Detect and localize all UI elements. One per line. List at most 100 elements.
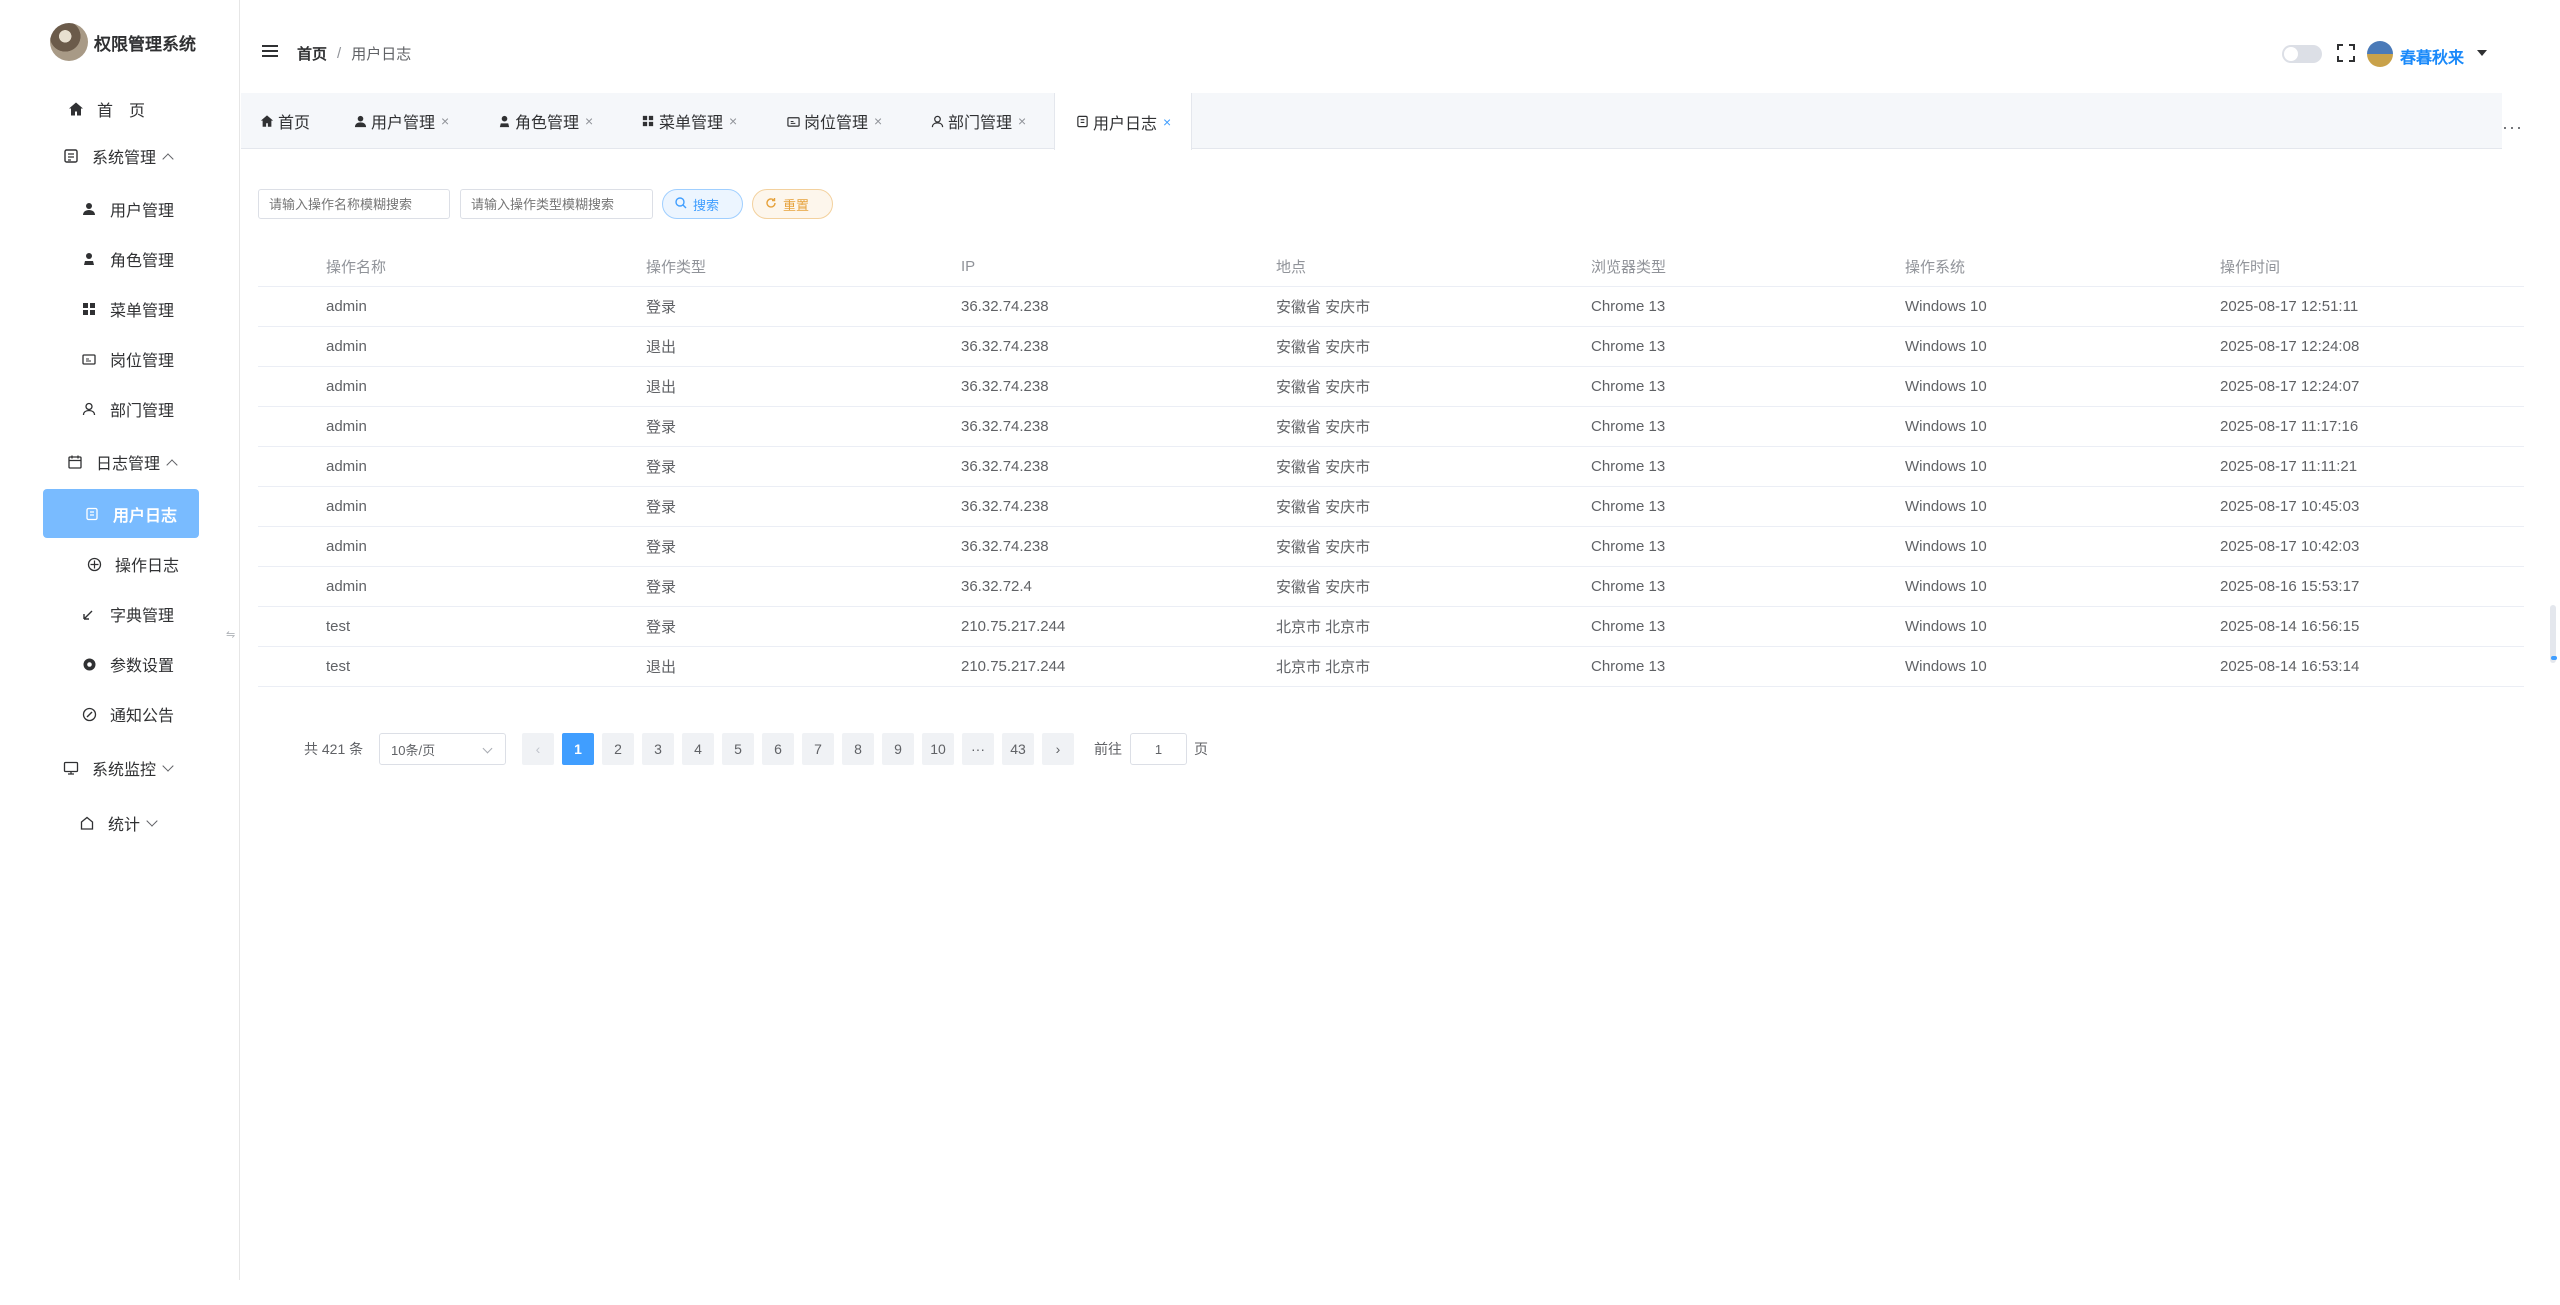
column-header: 操作名称 <box>326 259 387 276</box>
chevron-down-icon <box>146 815 158 827</box>
role-icon <box>80 250 98 268</box>
page-number-button[interactable]: 9 <box>882 733 914 765</box>
close-icon[interactable]: × <box>1163 114 1171 130</box>
sidebar-item-label: 用户管理 <box>110 203 175 220</box>
operation-type-search-input[interactable] <box>460 189 653 219</box>
caret-down-icon[interactable] <box>2477 50 2487 56</box>
tab-users[interactable]: 用户管理 × <box>353 93 449 149</box>
table-cell: 2025-08-17 11:11:21 <box>2220 458 2358 475</box>
sidebar-item-settings[interactable]: 参数设置 <box>80 652 174 676</box>
table-row: admin 登录 36.32.74.238 安徽省 安庆市 Chrome 13 Windo… <box>258 447 2524 487</box>
tab-posts[interactable]: 岗位管理 × <box>786 93 882 149</box>
tab-label: 用户管理 <box>371 115 436 132</box>
sidebar-item-operation-log[interactable]: 操作日志 <box>85 552 179 576</box>
sidebar-item-label: 操作日志 <box>115 558 180 575</box>
table-cell: test <box>326 658 351 675</box>
sidebar-item-label: 岗位管理 <box>110 353 175 370</box>
page-size-select[interactable]: 10条/页 <box>379 733 506 765</box>
page-number-button[interactable]: 6 <box>762 733 794 765</box>
hamburger-icon[interactable] <box>262 45 278 57</box>
next-page-button[interactable]: › <box>1042 733 1074 765</box>
table-cell: 登录 <box>646 459 677 476</box>
table-cell: 退出 <box>646 659 677 676</box>
sidebar-resize-icon[interactable]: ⇋ <box>226 628 235 641</box>
sidebar-item-menus[interactable]: 菜单管理 <box>80 297 174 321</box>
table-cell: Windows 10 <box>1905 418 1987 435</box>
more-tabs-icon[interactable]: ··· <box>2502 117 2523 138</box>
page-number-button[interactable]: 5 <box>722 733 754 765</box>
avatar[interactable] <box>2367 41 2393 67</box>
sidebar-item-notices[interactable]: 通知公告 <box>80 702 174 726</box>
sidebar-item-posts[interactable]: 岗位管理 <box>80 347 174 371</box>
scroll-thumb[interactable] <box>2551 656 2557 660</box>
page-number-button[interactable]: 7 <box>802 733 834 765</box>
sidebar-item-system[interactable]: 系统管理 <box>62 144 174 168</box>
close-icon[interactable]: × <box>1018 113 1026 129</box>
operation-name-search-input[interactable] <box>258 189 450 219</box>
sidebar-item-user-log[interactable]: 用户日志 <box>43 489 199 538</box>
top-header: 首页 / 用户日志 <box>241 0 2560 92</box>
close-icon[interactable]: × <box>874 113 882 129</box>
page-size-value: 10条/页 <box>391 742 436 758</box>
page-number-button[interactable]: 3 <box>642 733 674 765</box>
sidebar-item-label: 部门管理 <box>110 403 175 420</box>
page-number-button[interactable]: 2 <box>602 733 634 765</box>
sidebar-item-dictionary[interactable]: 字典管理 <box>80 602 174 626</box>
system-icon <box>62 147 80 165</box>
close-icon[interactable]: × <box>729 113 737 129</box>
sidebar-item-roles[interactable]: 角色管理 <box>80 247 174 271</box>
sidebar-item-monitor[interactable]: 系统监控 <box>62 756 174 780</box>
reset-button[interactable]: 重置 <box>752 189 833 219</box>
sidebar-item-label: 角色管理 <box>110 253 175 270</box>
tab-roles[interactable]: 角色管理 × <box>497 93 593 149</box>
monitor-icon <box>62 759 80 777</box>
tab-label: 用户日志 <box>1093 115 1158 133</box>
dept-icon <box>80 400 98 418</box>
sidebar-item-stats[interactable]: 统计 <box>78 811 158 835</box>
sidebar-item-label: 参数设置 <box>110 658 175 675</box>
user-name[interactable]: 春暮秋来 <box>2400 44 2464 68</box>
tab-departments[interactable]: 部门管理 × <box>930 93 1026 149</box>
sidebar-item-label: 通知公告 <box>110 708 175 725</box>
tab-home[interactable]: 首页 <box>260 93 310 149</box>
sidebar-item-home[interactable]: 首 页 <box>67 97 145 121</box>
sidebar-item-users[interactable]: 用户管理 <box>80 197 174 221</box>
prev-page-button[interactable]: ‹ <box>522 733 554 765</box>
logo[interactable]: 权限管理系统 <box>50 22 196 62</box>
stats-icon <box>78 814 96 832</box>
sidebar-item-logs[interactable]: 日志管理 <box>66 450 178 474</box>
table-body: admin 登录 36.32.74.238 安徽省 安庆市 Chrome 13 Windo… <box>258 287 2524 687</box>
table-cell: Windows 10 <box>1905 578 1987 595</box>
page-ellipsis-button[interactable]: ··· <box>962 733 994 765</box>
close-icon[interactable]: × <box>585 113 593 129</box>
page-number-button[interactable]: 43 <box>1002 733 1034 765</box>
goto-page-input[interactable] <box>1130 733 1187 765</box>
table-cell: 北京市 北京市 <box>1276 619 1371 636</box>
sidebar-item-label: 用户日志 <box>113 507 178 525</box>
page-number-button[interactable]: 4 <box>682 733 714 765</box>
page-number-button[interactable]: 8 <box>842 733 874 765</box>
close-icon[interactable]: × <box>441 113 449 129</box>
sidebar-item-departments[interactable]: 部门管理 <box>80 397 174 421</box>
fullscreen-icon[interactable] <box>2337 44 2355 62</box>
table-cell: Chrome 13 <box>1591 658 1666 675</box>
table-cell: 36.32.72.4 <box>961 578 1032 595</box>
search-button[interactable]: 搜索 <box>662 189 743 219</box>
log-icon <box>1075 115 1089 129</box>
scrollbar[interactable] <box>2550 605 2556 663</box>
breadcrumb-home[interactable]: 首页 <box>297 43 327 64</box>
tab-user-log[interactable]: 用户日志 × <box>1054 93 1193 150</box>
table-cell: 2025-08-14 16:56:15 <box>2220 618 2360 635</box>
sidebar-item-label: 字典管理 <box>110 608 175 625</box>
sidebar-item-label: 首 页 <box>97 103 146 120</box>
home-icon <box>67 100 85 118</box>
tab-menus[interactable]: 菜单管理 × <box>641 93 737 149</box>
chevron-up-icon <box>162 152 174 165</box>
page-number-button[interactable]: 10 <box>922 733 954 765</box>
breadcrumb-separator: / <box>337 45 342 62</box>
table-cell: 36.32.74.238 <box>961 458 1049 475</box>
page-number-button[interactable]: 1 <box>562 733 594 765</box>
tab-label: 首页 <box>278 115 311 132</box>
column-header: 操作时间 <box>2220 259 2281 276</box>
theme-toggle[interactable] <box>2282 45 2322 63</box>
